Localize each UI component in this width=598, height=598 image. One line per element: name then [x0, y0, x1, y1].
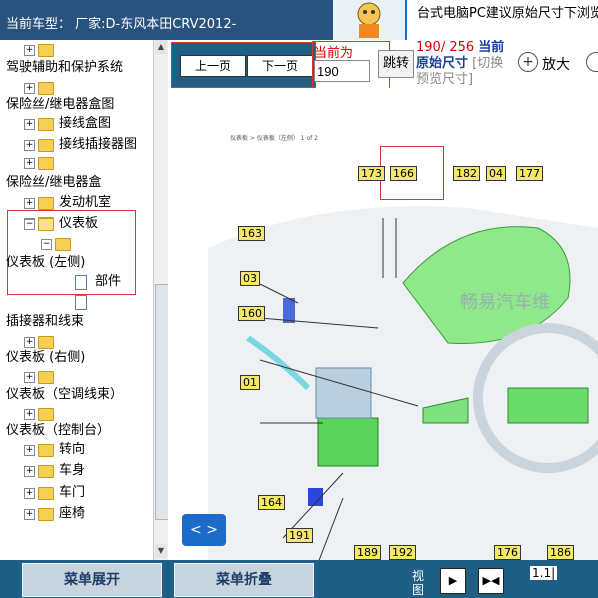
- expand-toggle[interactable]: +: [24, 158, 35, 169]
- next-page-button[interactable]: 下一页: [247, 55, 313, 77]
- tree-item-label: 接线插接器图: [59, 137, 138, 152]
- scroll-thumb[interactable]: [155, 284, 169, 520]
- folder-icon: [38, 139, 54, 152]
- expand-toggle[interactable]: +: [24, 140, 35, 151]
- folder-icon: [55, 238, 71, 251]
- expand-toggle[interactable]: +: [24, 409, 35, 420]
- callout-label[interactable]: 173: [358, 166, 385, 181]
- expand-toggle[interactable]: +: [24, 488, 35, 499]
- expand-toggle[interactable]: +: [24, 509, 35, 520]
- callout-label[interactable]: 04: [486, 166, 506, 181]
- menu-tree[interactable]: + 驾驶辅助和保护系统 + 保险丝/继电器盒图 + 接线盒图 + 接线插接器图 …: [0, 40, 153, 560]
- expand-toggle[interactable]: +: [24, 83, 35, 94]
- folder-icon: [38, 487, 54, 500]
- open-folder-icon: [38, 218, 54, 231]
- expand-toggle[interactable]: +: [24, 119, 35, 130]
- tree-item-text[interactable]: 插接器和线束: [6, 312, 84, 332]
- document-icon: [75, 295, 87, 310]
- view-label: 视图: [412, 569, 425, 597]
- callout-label[interactable]: 176: [494, 545, 521, 560]
- folder-icon: [38, 157, 54, 170]
- tree-item-text[interactable]: 仪表板 (右侧): [6, 348, 85, 368]
- single-view-button[interactable]: ▶: [440, 568, 466, 594]
- title-bar: 当前车型： 厂家:D-东风本田CRV2012-: [0, 0, 333, 40]
- tree-item-text[interactable]: 仪表板 (左侧): [6, 253, 85, 273]
- folder-icon: [38, 408, 54, 421]
- tree-item-text[interactable]: 驾驶辅助和保护系统: [6, 58, 123, 78]
- page-count: 190/ 256: [416, 40, 475, 55]
- folder-icon: [38, 508, 54, 521]
- collapse-toggle[interactable]: −: [24, 219, 35, 230]
- menu-expand-button[interactable]: 菜单展开: [22, 563, 162, 597]
- callout-label[interactable]: 160: [238, 306, 265, 321]
- callout-label[interactable]: 164: [258, 495, 285, 510]
- collapse-toggle[interactable]: −: [41, 239, 52, 250]
- diagram-viewer: 上一页 下一页 当前为 跳转 190/ 256 当前 原始尺寸 [切换预览尺寸]…: [168, 40, 598, 560]
- folder-icon: [38, 465, 54, 478]
- original-size-link[interactable]: 原始尺寸: [416, 56, 468, 71]
- scroll-up-arrow[interactable]: ▲: [155, 40, 167, 54]
- folder-icon: [38, 444, 54, 457]
- expand-toggle[interactable]: +: [24, 445, 35, 456]
- callout-label[interactable]: 163: [238, 226, 265, 241]
- expand-toggle[interactable]: +: [24, 198, 35, 209]
- tree-item-text[interactable]: 保险丝/继电器盒图: [6, 95, 114, 115]
- diagram-page: 仪表板 > 仪表板（左侧） 1 of 2 畅易汽车维 173 166 182 0…: [168, 88, 598, 560]
- folder-icon: [38, 371, 54, 384]
- current-text: 当前: [478, 40, 505, 55]
- expand-toggle[interactable]: +: [24, 45, 35, 56]
- callout-label[interactable]: 03: [240, 271, 260, 286]
- jump-button[interactable]: 跳转: [378, 50, 414, 78]
- callout-label[interactable]: 166: [390, 166, 417, 181]
- bottom-bar: 菜单展开 菜单折叠: [0, 560, 598, 598]
- expand-toggle[interactable]: +: [24, 337, 35, 348]
- callout-label[interactable]: 191: [286, 528, 313, 543]
- page-info: 190/ 256 当前 原始尺寸 [切换预览尺寸]: [416, 40, 516, 88]
- expand-toggle[interactable]: +: [24, 372, 35, 383]
- callout-label[interactable]: 01: [240, 375, 260, 390]
- vehicle-title: 当前车型： 厂家:D-东风本田CRV2012-: [6, 17, 237, 32]
- tree-item-text[interactable]: 仪表板（控制台）: [6, 421, 110, 441]
- tree-item-label: 车身: [59, 463, 86, 478]
- split-view-button[interactable]: ▶◀: [478, 568, 504, 594]
- callout-label[interactable]: 182: [453, 166, 480, 181]
- tree-item-label: 接线盒图: [59, 116, 112, 131]
- callout-label[interactable]: 189: [354, 545, 381, 560]
- folder-icon: [38, 197, 54, 210]
- tree-item-text[interactable]: 仪表板（空调线束）: [6, 385, 123, 405]
- zoom-in-label[interactable]: 放大: [542, 54, 570, 74]
- document-icon: [75, 275, 87, 290]
- callout-label[interactable]: 177: [516, 166, 543, 181]
- page-number-input[interactable]: [314, 60, 370, 82]
- zoom-in-icon[interactable]: +: [518, 52, 538, 72]
- zoom-ratio: 1.1|: [530, 566, 558, 580]
- menu-collapse-button[interactable]: 菜单折叠: [174, 563, 314, 597]
- notice-text: 台式电脑PC建议原始尺寸下浏览: [417, 6, 598, 21]
- folder-icon: [38, 82, 54, 95]
- tree-item-label: 仪表板: [59, 216, 99, 231]
- page-nav: 上一页 下一页: [171, 42, 316, 88]
- tree-item-label: 车门: [59, 485, 86, 500]
- watermark-text: 畅易汽车维: [460, 292, 550, 313]
- tree-item-label: 座椅: [59, 506, 86, 521]
- folder-icon: [38, 44, 54, 57]
- page-toolbar: 上一页 下一页 当前为 跳转 190/ 256 当前 原始尺寸 [切换预览尺寸]…: [168, 40, 598, 89]
- zoom-out-icon[interactable]: [586, 52, 598, 72]
- scroll-down-arrow[interactable]: ▼: [155, 544, 167, 558]
- callout-label[interactable]: 186: [547, 545, 574, 560]
- page-arrows-button[interactable]: < >: [182, 514, 226, 546]
- tree-item-text[interactable]: 保险丝/继电器盒: [6, 173, 101, 193]
- current-label: 当前为: [314, 46, 354, 61]
- mascot-logo: [333, 0, 405, 40]
- notice-banner: 台式电脑PC建议原始尺寸下浏览: [405, 0, 598, 40]
- callout-label[interactable]: 192: [389, 545, 416, 560]
- prev-page-button[interactable]: 上一页: [180, 55, 246, 77]
- tree-item-label: 转向: [59, 442, 86, 457]
- expand-toggle[interactable]: +: [24, 466, 35, 477]
- tree-scrollbar[interactable]: ▲ ▼: [153, 40, 169, 560]
- folder-icon: [38, 118, 54, 131]
- tree-item-label: 部件: [95, 274, 122, 289]
